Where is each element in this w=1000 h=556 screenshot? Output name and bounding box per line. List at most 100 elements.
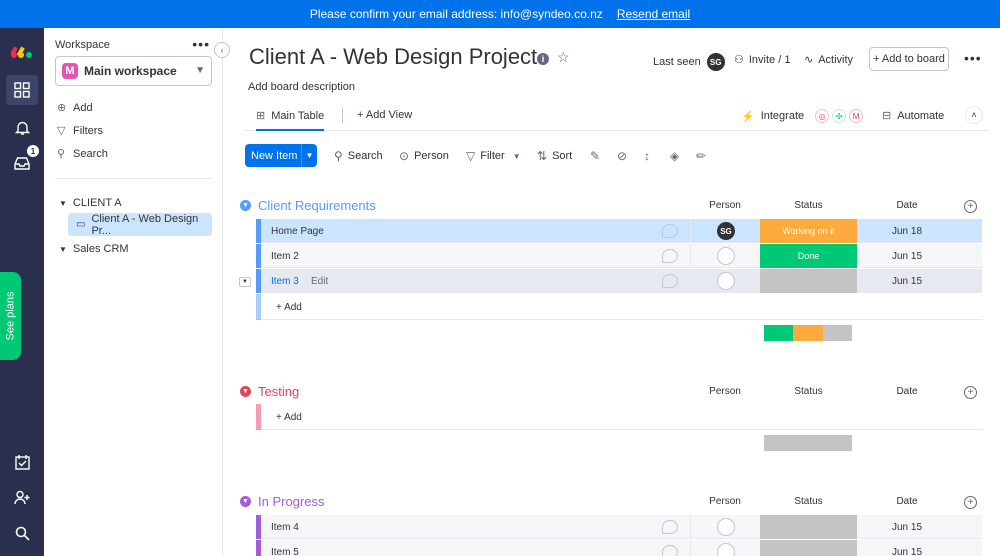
hide-icon[interactable]: ⊘ bbox=[617, 149, 632, 163]
person-cell[interactable]: SG bbox=[690, 219, 760, 243]
search-button[interactable]: ⚲ Search bbox=[334, 149, 383, 163]
collapse-group-icon[interactable]: ▼ bbox=[240, 386, 251, 397]
tab-main-table[interactable]: ⊞ Main Table bbox=[256, 109, 325, 131]
table-row[interactable]: Item 3 Edit Jun 15 bbox=[256, 269, 982, 293]
person-cell[interactable] bbox=[690, 269, 760, 293]
board-item-client-a[interactable]: ▭ Client A - Web Design Pr... bbox=[68, 213, 212, 237]
workspace-selector[interactable]: M Main workspace ▼ bbox=[55, 56, 212, 86]
sort-button[interactable]: ⇅ Sort bbox=[537, 149, 572, 163]
date-cell[interactable]: Jun 15 bbox=[859, 522, 955, 533]
sidebar-search[interactable]: ⚲ Search bbox=[57, 147, 108, 161]
person-cell[interactable] bbox=[690, 244, 760, 268]
tab-add-view[interactable]: + Add View bbox=[357, 109, 412, 121]
date-cell[interactable]: Jun 15 bbox=[859, 547, 955, 556]
filter-button[interactable]: ▽ Filter ▼ bbox=[466, 149, 526, 163]
comment-bubble-icon[interactable] bbox=[662, 520, 678, 534]
group-testing[interactable]: ▼ Testing bbox=[240, 384, 299, 399]
table-row[interactable]: Item 4 Jun 15 bbox=[256, 515, 982, 539]
person-cell[interactable] bbox=[690, 540, 760, 556]
column-header-date[interactable]: Date bbox=[859, 496, 955, 507]
edit-item-button[interactable]: Edit bbox=[311, 276, 328, 287]
collapse-group-icon[interactable]: ▼ bbox=[240, 200, 251, 211]
chevron-down-icon[interactable]: ▼ bbox=[301, 144, 317, 167]
item-name[interactable]: Item 3 bbox=[271, 276, 299, 287]
column-header-status[interactable]: Status bbox=[760, 386, 857, 397]
sidebar-add[interactable]: ⊕ Add bbox=[57, 101, 93, 115]
resend-email-link[interactable]: Resend email bbox=[617, 7, 690, 21]
group-title[interactable]: In Progress bbox=[258, 494, 324, 509]
info-icon[interactable]: i bbox=[537, 53, 549, 65]
column-header-date[interactable]: Date bbox=[859, 200, 955, 211]
board-title[interactable]: Client A - Web Design Project bbox=[249, 44, 537, 70]
see-plans-button[interactable]: See plans bbox=[0, 272, 21, 360]
status-cell[interactable] bbox=[760, 540, 857, 556]
add-column-icon[interactable]: + bbox=[964, 386, 977, 399]
folder-client-a[interactable]: ▼ CLIENT A bbox=[59, 197, 122, 209]
group-in-progress[interactable]: ▼ In Progress bbox=[240, 494, 324, 509]
comment-bubble-icon[interactable] bbox=[662, 274, 678, 288]
person-filter-button[interactable]: ⊙ Person bbox=[399, 149, 449, 163]
color-fill-icon[interactable]: ◈ bbox=[670, 149, 684, 163]
folder-sales-crm[interactable]: ▼ Sales CRM bbox=[59, 243, 129, 255]
item-name[interactable]: Item 5 bbox=[271, 547, 299, 556]
table-row[interactable]: Item 5 Jun 15 bbox=[256, 540, 982, 556]
collapse-sidebar-icon[interactable]: ‹ bbox=[214, 42, 230, 58]
collapse-group-icon[interactable]: ▼ bbox=[240, 496, 251, 507]
table-row[interactable]: Home Page SG Working on it Jun 18 bbox=[256, 219, 982, 243]
column-header-date[interactable]: Date bbox=[859, 386, 955, 397]
column-header-status[interactable]: Status bbox=[760, 496, 857, 507]
group-title[interactable]: Client Requirements bbox=[258, 198, 376, 213]
last-seen[interactable]: Last seen SG bbox=[653, 53, 725, 71]
add-item-label[interactable]: + Add bbox=[276, 302, 302, 313]
invite-member-icon[interactable] bbox=[10, 485, 34, 509]
column-header-person[interactable]: Person bbox=[690, 386, 760, 397]
workspace-menu-icon[interactable]: ••• bbox=[192, 36, 210, 52]
add-item-row[interactable]: + Add bbox=[256, 404, 982, 430]
date-cell[interactable]: Jun 15 bbox=[859, 276, 955, 287]
date-cell[interactable]: Jun 15 bbox=[859, 251, 955, 262]
date-cell[interactable]: Jun 18 bbox=[859, 226, 955, 237]
comment-bubble-icon[interactable] bbox=[662, 545, 678, 556]
activity-button[interactable]: ∿ Activity bbox=[804, 53, 853, 67]
board-description[interactable]: Add board description bbox=[248, 81, 355, 93]
more-options-icon[interactable]: ••• bbox=[964, 50, 982, 66]
group-title[interactable]: Testing bbox=[258, 384, 299, 399]
sidebar-filters[interactable]: ▽ Filters bbox=[57, 124, 103, 138]
status-cell[interactable]: Done bbox=[760, 244, 857, 268]
column-header-status[interactable]: Status bbox=[760, 200, 857, 211]
status-cell[interactable] bbox=[760, 269, 857, 293]
new-item-button[interactable]: New Item ▼ bbox=[245, 144, 317, 167]
status-cell[interactable] bbox=[760, 515, 857, 539]
apps-grid-icon[interactable] bbox=[6, 75, 38, 105]
table-row[interactable]: Item 2 Done Jun 15 bbox=[256, 244, 982, 268]
comment-bubble-icon[interactable] bbox=[662, 249, 678, 263]
search-icon[interactable] bbox=[10, 521, 34, 545]
add-to-board-button[interactable]: + Add to board bbox=[869, 47, 949, 71]
add-column-icon[interactable]: + bbox=[964, 200, 977, 213]
item-name[interactable]: Item 4 bbox=[271, 522, 299, 533]
chevron-down-icon: ▼ bbox=[512, 151, 521, 161]
row-menu-icon[interactable]: ▼ bbox=[239, 277, 251, 287]
item-name[interactable]: Home Page bbox=[271, 226, 324, 237]
row-height-icon[interactable]: ↕ bbox=[644, 149, 655, 163]
group-client-requirements[interactable]: ▼ Client Requirements bbox=[240, 198, 376, 213]
status-cell[interactable]: Working on it bbox=[760, 219, 857, 243]
item-name[interactable]: Item 2 bbox=[271, 251, 299, 262]
bell-icon[interactable] bbox=[10, 116, 34, 140]
invite-button[interactable]: ⚇ Invite / 1 bbox=[734, 53, 790, 67]
chevron-up-icon[interactable]: ˄ bbox=[965, 106, 983, 124]
my-work-icon[interactable] bbox=[10, 450, 34, 474]
comment-bubble-icon[interactable] bbox=[662, 224, 678, 238]
edit-icon[interactable]: ✏ bbox=[696, 149, 711, 163]
pin-icon[interactable]: ✎ bbox=[590, 149, 605, 163]
automate-button[interactable]: ⊟ Automate bbox=[882, 109, 944, 123]
person-cell[interactable] bbox=[690, 515, 760, 539]
add-item-row[interactable]: + Add bbox=[256, 294, 982, 320]
column-header-person[interactable]: Person bbox=[690, 200, 760, 211]
add-item-label[interactable]: + Add bbox=[276, 412, 302, 423]
column-header-person[interactable]: Person bbox=[690, 496, 760, 507]
integrate-button[interactable]: ⚡ Integrate ◎ ✣ M bbox=[741, 109, 864, 123]
monday-logo-icon[interactable] bbox=[10, 40, 34, 64]
star-icon[interactable]: ☆ bbox=[557, 49, 570, 66]
add-column-icon[interactable]: + bbox=[964, 496, 977, 509]
